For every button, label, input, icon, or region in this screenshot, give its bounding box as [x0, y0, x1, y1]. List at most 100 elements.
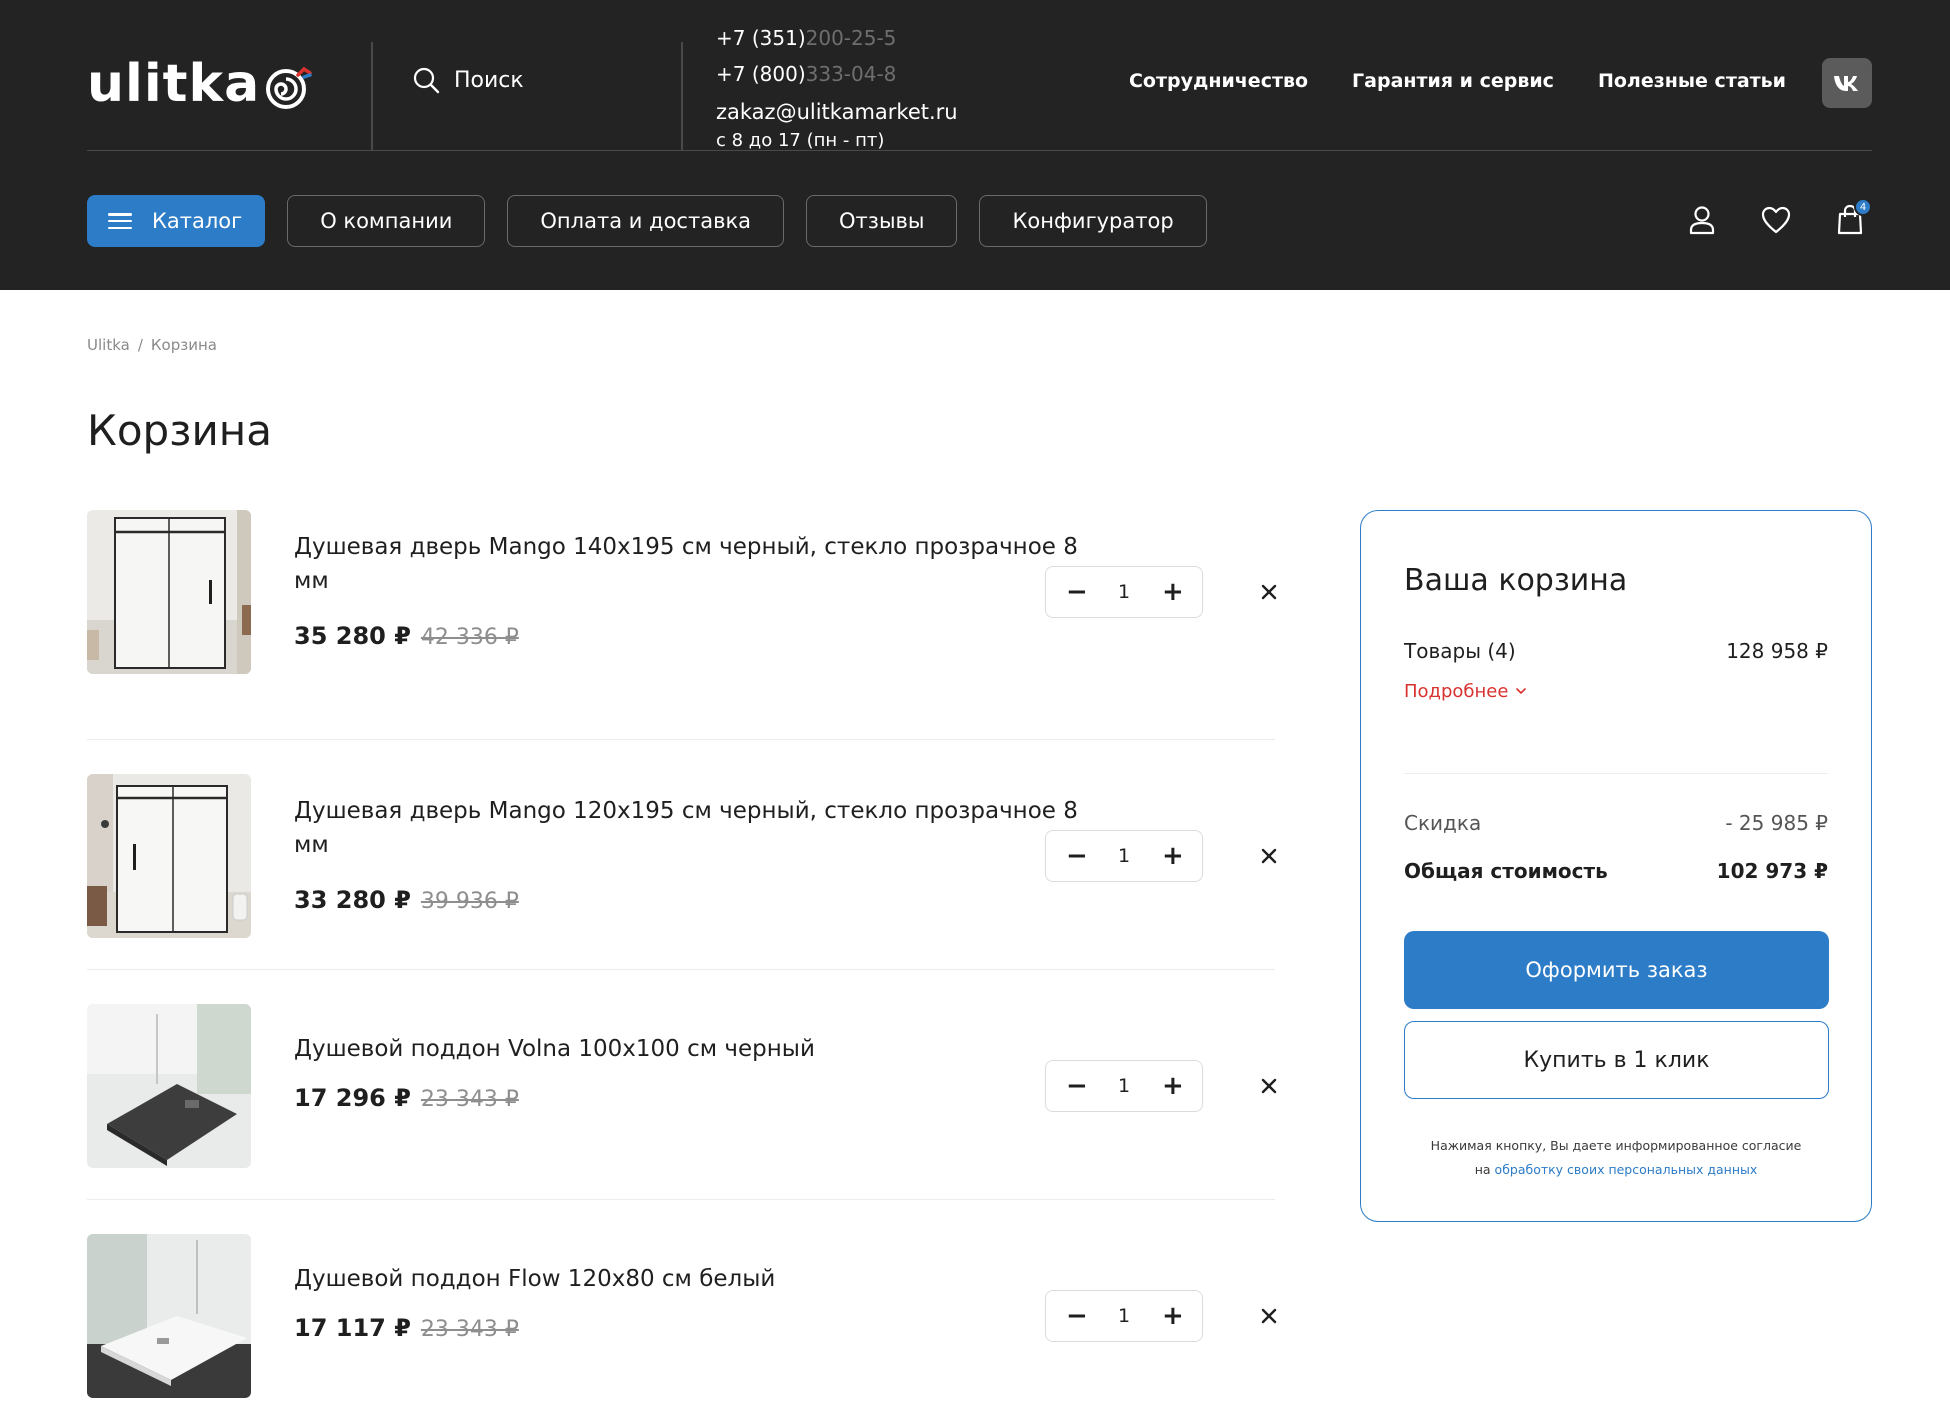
phone-faded: 200-25-5 [805, 26, 897, 50]
total-label: Общая стоимость [1404, 859, 1608, 883]
quantity-value[interactable]: 1 [1118, 1075, 1130, 1097]
search-button[interactable]: Поиск [412, 66, 524, 94]
product-old-price: 42 336 ₽ [420, 625, 519, 650]
page-title: Корзина [87, 406, 273, 455]
product-prices: 17 117 ₽ 23 343 ₽ [294, 1314, 519, 1342]
phone-faded: 333-04-8 [805, 62, 897, 86]
decrease-button[interactable]: − [1066, 579, 1088, 605]
close-icon [1261, 848, 1277, 864]
phone-visible: +7 (800) [716, 62, 806, 86]
user-icon [1689, 206, 1715, 235]
discount-value: - 25 985 ₽ [1725, 811, 1828, 835]
decrease-button[interactable]: − [1066, 1073, 1088, 1099]
consent-line: на обработку своих персональных данных [1404, 1158, 1828, 1182]
product-name[interactable]: Душевая дверь Mango 140x195 см черный, с… [294, 530, 1114, 598]
catalog-label: Каталог [152, 209, 243, 233]
discount-label: Скидка [1404, 811, 1482, 835]
nav-reviews[interactable]: Отзывы [806, 195, 958, 247]
product-name[interactable]: Душевой поддон Volna 100x100 см черный [294, 1032, 1114, 1066]
contacts: +7 (351) 200-25-5 +7 (800) 333-04-8 zaka… [716, 20, 958, 152]
nav-payment-delivery[interactable]: Оплата и доставка [507, 195, 785, 247]
product-image[interactable] [87, 510, 251, 674]
product-name[interactable]: Душевой поддон Flow 120x80 см белый [294, 1262, 1114, 1296]
shower-door-image [87, 774, 251, 938]
details-label: Подробнее [1404, 681, 1509, 702]
cart-button[interactable]: 4 [1834, 198, 1872, 238]
close-icon [1261, 1078, 1277, 1094]
nav-configurator[interactable]: Конфигуратор [979, 195, 1207, 247]
search-icon [413, 67, 440, 94]
goods-label: Товары (4) [1404, 639, 1516, 663]
email-link[interactable]: zakaz@ulitkamarket.ru [716, 94, 958, 130]
product-old-price: 39 936 ₽ [420, 889, 519, 914]
breadcrumb-current: Корзина [150, 336, 217, 354]
header-actions: 4 [1686, 198, 1872, 238]
product-name[interactable]: Душевая дверь Mango 120x195 см черный, с… [294, 794, 1114, 862]
vk-button[interactable] [1822, 58, 1872, 108]
total-value: 102 973 ₽ [1716, 859, 1828, 883]
details-toggle[interactable]: Подробнее [1404, 681, 1527, 702]
link-warranty[interactable]: Гарантия и сервис [1352, 70, 1554, 92]
product-prices: 33 280 ₽ 39 936 ₽ [294, 886, 519, 914]
catalog-button[interactable]: Каталог [87, 195, 266, 247]
quantity-value[interactable]: 1 [1118, 1305, 1130, 1327]
quantity-stepper: − 1 + [1045, 830, 1203, 882]
close-icon [1261, 584, 1277, 600]
remove-item-button[interactable] [1257, 1304, 1281, 1328]
main-nav: Каталог О компании Оплата и доставка Отз… [87, 195, 1207, 247]
buy-one-click-button[interactable]: Купить в 1 клик [1404, 1021, 1829, 1099]
work-hours: с 8 до 17 (пн - пт) [716, 130, 885, 151]
cart-item: Душевой поддон Flow 120x80 см белый 17 1… [87, 1200, 1277, 1408]
consent-note: Нажимая кнопку, Вы даете информированное… [1404, 1134, 1828, 1182]
increase-button[interactable]: + [1162, 1303, 1184, 1329]
product-image[interactable] [87, 1004, 251, 1168]
menu-icon [108, 213, 132, 229]
increase-button[interactable]: + [1162, 843, 1184, 869]
quantity-stepper: − 1 + [1045, 1290, 1203, 1342]
phone-visible: +7 (351) [716, 26, 806, 50]
nav-about[interactable]: О компании [287, 195, 486, 247]
checkout-button[interactable]: Оформить заказ [1404, 931, 1829, 1009]
phone-link-2[interactable]: +7 (800) 333-04-8 [716, 56, 958, 92]
header-divider [371, 42, 373, 150]
snail-swirl-icon [266, 66, 312, 109]
remove-item-button[interactable] [1257, 1074, 1281, 1098]
phone-link-1[interactable]: +7 (351) 200-25-5 [716, 20, 958, 56]
consent-prefix: на [1474, 1162, 1491, 1177]
chevron-down-icon [1516, 688, 1527, 695]
breadcrumb: Ulitka / Корзина [87, 336, 217, 354]
increase-button[interactable]: + [1162, 579, 1184, 605]
breadcrumb-home[interactable]: Ulitka [87, 336, 130, 354]
top-links: Сотрудничество Гарантия и сервис Полезны… [1129, 70, 1786, 92]
quantity-value[interactable]: 1 [1118, 845, 1130, 867]
header-divider [681, 42, 683, 150]
goods-value: 128 958 ₽ [1726, 639, 1828, 663]
breadcrumb-separator: / [137, 336, 143, 354]
increase-button[interactable]: + [1162, 1073, 1184, 1099]
cart-item: Душевой поддон Volna 100x100 см черный 1… [87, 970, 1277, 1200]
product-image[interactable] [87, 774, 251, 938]
close-icon [1261, 1308, 1277, 1324]
remove-item-button[interactable] [1257, 844, 1281, 868]
logo[interactable]: ulitka [87, 58, 314, 110]
personal-data-link[interactable]: обработку своих персональных данных [1495, 1162, 1758, 1177]
favorites-button[interactable] [1760, 202, 1792, 238]
product-price: 17 296 ₽ [294, 1084, 411, 1112]
account-button[interactable] [1686, 202, 1718, 238]
header-divider-line [87, 150, 1872, 151]
quantity-value[interactable]: 1 [1118, 581, 1130, 603]
search-label: Поиск [454, 67, 524, 93]
remove-item-button[interactable] [1257, 580, 1281, 604]
product-prices: 17 296 ₽ 23 343 ₽ [294, 1084, 519, 1112]
product-old-price: 23 343 ₽ [420, 1087, 519, 1112]
decrease-button[interactable]: − [1066, 1303, 1088, 1329]
shower-tray-image [87, 1234, 251, 1398]
product-price: 35 280 ₽ [294, 622, 411, 650]
discount-row: Скидка - 25 985 ₽ [1404, 811, 1828, 835]
link-articles[interactable]: Полезные статьи [1598, 70, 1786, 92]
product-image[interactable] [87, 1234, 251, 1398]
consent-text: Нажимая кнопку, Вы даете информированное… [1430, 1138, 1802, 1153]
goods-row: Товары (4) 128 958 ₽ [1404, 639, 1828, 663]
decrease-button[interactable]: − [1066, 843, 1088, 869]
link-cooperation[interactable]: Сотрудничество [1129, 70, 1308, 92]
